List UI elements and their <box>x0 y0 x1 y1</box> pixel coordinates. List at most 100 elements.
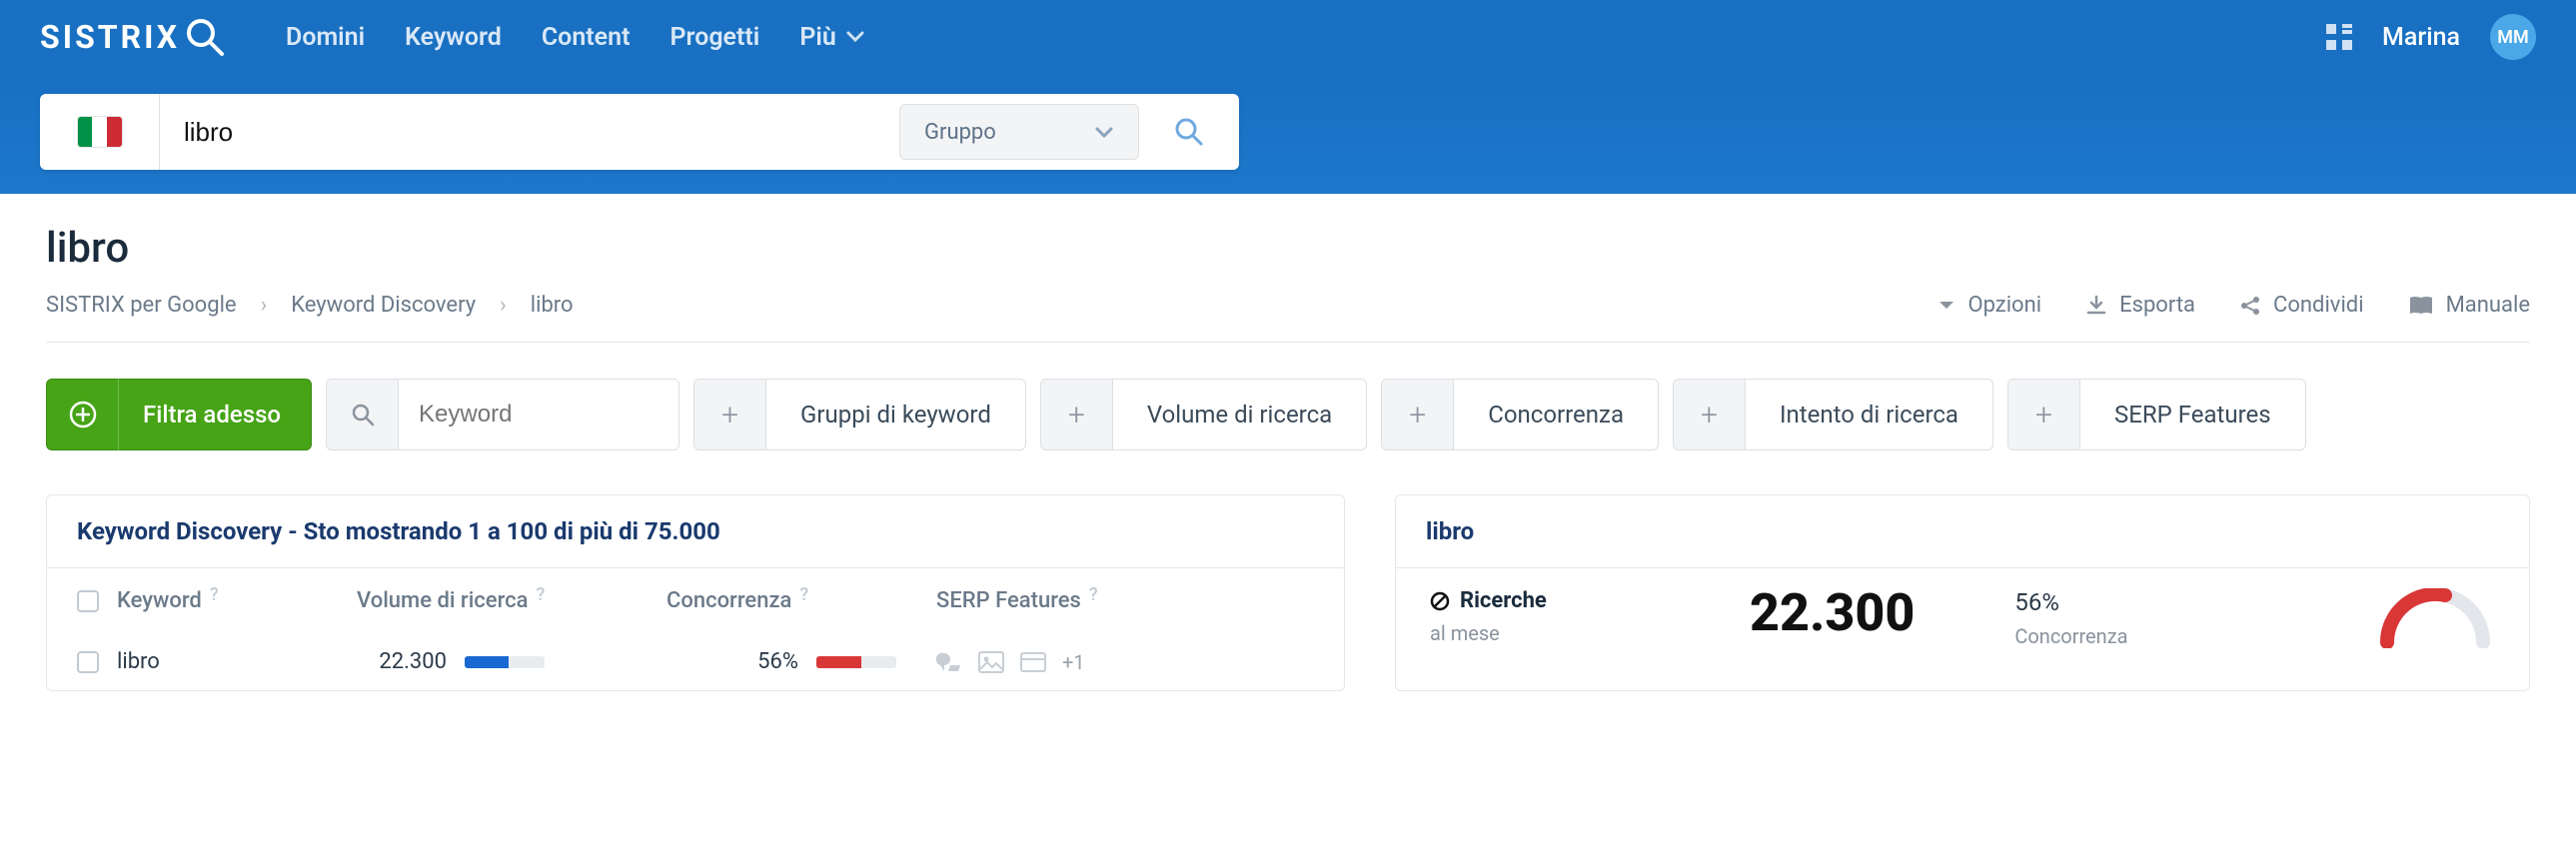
plus-icon: + <box>1674 380 1746 449</box>
table-row[interactable]: libro 22.300 56% +1 <box>47 633 1344 690</box>
share-icon <box>2239 295 2261 317</box>
image-icon <box>978 651 1004 673</box>
chip-label: Gruppi di keyword <box>766 380 1025 449</box>
content-row: Keyword Discovery - Sto mostrando 1 a 10… <box>46 494 2530 691</box>
chevron-right-icon: › <box>261 293 268 318</box>
group-label: Gruppo <box>924 120 996 145</box>
help-icon[interactable]: ? <box>1089 584 1098 605</box>
country-selector[interactable] <box>40 94 160 170</box>
group-select[interactable]: Gruppo <box>899 104 1139 160</box>
search-icon <box>1174 117 1204 147</box>
chip-keyword-groups[interactable]: +Gruppi di keyword <box>693 379 1026 450</box>
extra-count[interactable]: +1 <box>1062 650 1085 674</box>
search-input[interactable] <box>160 94 899 170</box>
cell-competition: 56% <box>757 649 798 674</box>
competition-bar <box>816 656 896 668</box>
filter-now-button[interactable]: Filtra adesso <box>46 379 312 450</box>
username[interactable]: Marina <box>2382 23 2460 52</box>
chevron-right-icon: › <box>500 293 507 318</box>
search-area: Gruppo <box>0 74 2576 194</box>
chip-label: SERP Features <box>2080 380 2305 449</box>
search-icon <box>327 380 399 449</box>
export-label: Esporta <box>2119 293 2195 318</box>
crumb-discovery[interactable]: Keyword Discovery <box>291 293 476 318</box>
plus-icon: + <box>2008 380 2080 449</box>
filter-now-label: Filtra adesso <box>143 401 281 428</box>
keyword-filter-box <box>326 379 679 450</box>
search-button[interactable] <box>1139 94 1239 170</box>
chip-search-volume[interactable]: +Volume di ricerca <box>1040 379 1367 450</box>
chevron-down-icon <box>1094 125 1114 139</box>
share-action[interactable]: Condividi <box>2239 293 2364 318</box>
avatar[interactable]: MM <box>2490 14 2536 60</box>
manual-label: Manuale <box>2446 293 2530 318</box>
gauge-icon <box>2375 588 2495 648</box>
page-title: libro <box>46 224 2530 273</box>
searches-value: 22.300 <box>1750 582 1915 643</box>
detail-title: libro <box>1396 495 2529 568</box>
crumb-row: SISTRIX per Google › Keyword Discovery ›… <box>46 293 2530 343</box>
nav-piu[interactable]: Più <box>799 23 864 52</box>
col-competition[interactable]: Concorrenza <box>666 588 791 613</box>
chevron-down-icon <box>846 31 864 43</box>
manual-action[interactable]: Manuale <box>2408 293 2530 318</box>
logo[interactable]: SISTRIX <box>40 16 226 58</box>
filter-row: Filtra adesso +Gruppi di keyword +Volume… <box>46 379 2530 450</box>
cell-keyword: libro <box>117 649 347 674</box>
help-icon[interactable]: ? <box>537 584 546 605</box>
col-serp[interactable]: SERP Features <box>936 588 1081 613</box>
select-all-checkbox[interactable] <box>77 590 99 612</box>
keyword-table-panel: Keyword Discovery - Sto mostrando 1 a 10… <box>46 494 1345 691</box>
chip-label: Concorrenza <box>1454 380 1658 449</box>
chip-serp-features[interactable]: +SERP Features <box>2007 379 2306 450</box>
plus-icon: + <box>1041 380 1113 449</box>
stat-label-searches: Ricerche <box>1460 588 1547 613</box>
cell-volume: 22.300 <box>357 649 447 674</box>
export-action[interactable]: Esporta <box>2085 293 2195 318</box>
breadcrumb: SISTRIX per Google › Keyword Discovery ›… <box>46 293 574 318</box>
help-icon[interactable]: ? <box>799 584 808 605</box>
top-nav: SISTRIX Domini Keyword Content Progetti … <box>0 0 2576 74</box>
search-box: Gruppo <box>40 94 1239 170</box>
map-pin-icon <box>936 651 962 673</box>
nav-domini[interactable]: Domini <box>286 23 365 52</box>
chip-competition[interactable]: +Concorrenza <box>1381 379 1659 450</box>
search-icon <box>184 16 226 58</box>
table-header: Keyword? Volume di ricerca? Concorrenza?… <box>47 568 1344 633</box>
crumb-current: libro <box>531 293 574 318</box>
card-icon <box>1020 652 1046 672</box>
nav-progetti[interactable]: Progetti <box>670 23 760 52</box>
competition-label: Concorrenza <box>2014 624 2274 648</box>
apps-icon[interactable] <box>2326 24 2352 50</box>
keyword-detail-panel: libro Ricerche al mese 22.300 56% Concor… <box>1395 494 2530 691</box>
col-keyword[interactable]: Keyword <box>117 588 202 613</box>
crumb-root[interactable]: SISTRIX per Google <box>46 293 237 318</box>
chip-search-intent[interactable]: +Intento di ricerca <box>1673 379 1993 450</box>
plus-icon: + <box>1382 380 1454 449</box>
plus-icon: + <box>694 380 766 449</box>
col-volume[interactable]: Volume di ricerca <box>357 588 529 613</box>
logo-text: SISTRIX <box>40 18 180 56</box>
stat-sub-searches: al mese <box>1430 621 1690 645</box>
nav-keyword[interactable]: Keyword <box>405 23 502 52</box>
volume-bar <box>465 656 545 668</box>
competition-value: 56% <box>2014 588 2274 616</box>
flag-it-icon <box>78 117 122 147</box>
book-icon <box>2408 295 2434 317</box>
caret-down-icon <box>1937 300 1955 312</box>
table-heading: Keyword Discovery - Sto mostrando 1 a 10… <box>47 495 1344 568</box>
options-action[interactable]: Opzioni <box>1937 293 2041 318</box>
options-label: Opzioni <box>1967 293 2041 318</box>
nav-piu-label: Più <box>799 23 836 52</box>
chip-label: Intento di ricerca <box>1746 380 1992 449</box>
plus-circle-icon <box>47 379 119 450</box>
diameter-icon <box>1430 591 1450 611</box>
row-checkbox[interactable] <box>77 651 99 673</box>
stats-row: Ricerche al mese 22.300 56% Concorrenza <box>1396 568 2529 668</box>
keyword-filter-input[interactable] <box>399 380 678 449</box>
nav-content[interactable]: Content <box>542 23 631 52</box>
page-actions: Opzioni Esporta Condividi Manuale <box>1937 293 2530 318</box>
download-icon <box>2085 295 2107 317</box>
help-icon[interactable]: ? <box>210 584 219 605</box>
chip-label: Volume di ricerca <box>1113 380 1366 449</box>
